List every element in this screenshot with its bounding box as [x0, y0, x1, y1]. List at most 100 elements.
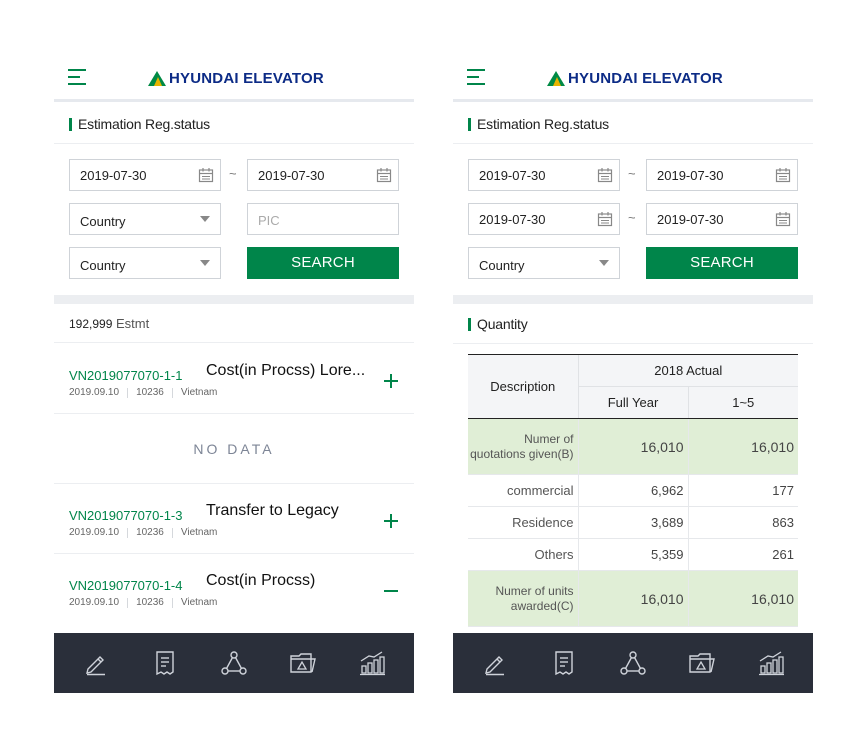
expand-plus-icon[interactable]	[384, 514, 398, 528]
calendar-icon[interactable]	[376, 167, 392, 183]
logo-triangle-icon	[547, 70, 565, 86]
quantity-table: Description 2018 Actual Full Year 1~5 Nu…	[468, 354, 798, 627]
nav-network[interactable]	[618, 648, 648, 678]
chevron-down-icon	[599, 260, 609, 266]
item-date: 2019.09.10	[69, 597, 120, 608]
col-group-2018: 2018 Actual	[577, 354, 798, 387]
range-tilde: ~	[628, 166, 636, 181]
date-from-value: 2019-07-30	[479, 168, 546, 183]
cell-full-year: 6,962	[577, 474, 688, 507]
list-item[interactable]: VN2019077070-1-3 Transfer to Legacy 2019…	[54, 484, 414, 554]
item-date: 2019.09.10	[69, 387, 120, 398]
section-title: Estimation Reg.status	[468, 116, 609, 132]
section-gap	[453, 295, 813, 304]
nav-stats[interactable]	[756, 648, 786, 678]
divider	[453, 143, 813, 144]
date-to-value: 2019-07-30	[258, 168, 325, 183]
nav-write[interactable]	[480, 648, 510, 678]
date-from-field[interactable]: 2019-07-30	[468, 159, 620, 191]
col-range: 1~5	[687, 386, 798, 419]
cell-full-year: 5,359	[577, 538, 688, 571]
nav-document[interactable]	[549, 648, 579, 678]
no-data-message: NO DATA	[193, 441, 275, 457]
cell-full-year: 3,689	[577, 506, 688, 539]
phone-screen-right: HYUNDAI ELEVATOR Estimation Reg.status 2…	[453, 54, 813, 693]
quantity-title-text: Quantity	[477, 316, 528, 332]
date-to-value: 2019-07-30	[657, 212, 724, 227]
calendar-icon[interactable]	[597, 167, 613, 183]
date-from-value: 2019-07-30	[80, 168, 147, 183]
bar-chart-icon	[359, 651, 385, 676]
country-select-value: Country	[479, 258, 525, 273]
search-button[interactable]: SEARCH	[247, 247, 399, 279]
section-title: Estimation Reg.status	[69, 116, 210, 132]
item-number: 10236	[136, 527, 164, 538]
bar-chart-icon	[758, 651, 784, 676]
row-description: Others	[468, 538, 578, 571]
cell-range: 863	[687, 506, 798, 539]
section-title-text: Estimation Reg.status	[78, 116, 210, 132]
brand-logo: HYUNDAI ELEVATOR	[547, 68, 723, 88]
pic-input[interactable]: PIC	[247, 203, 399, 235]
pic-placeholder: PIC	[258, 213, 280, 228]
cell-range: 261	[687, 538, 798, 571]
country-select-value: Country	[80, 258, 126, 273]
date-to-field[interactable]: 2019-07-30	[247, 159, 399, 191]
top-bar: HYUNDAI ELEVATOR	[453, 54, 813, 102]
item-number: 10236	[136, 387, 164, 398]
item-country: Vietnam	[180, 597, 218, 608]
nav-stats[interactable]	[357, 648, 387, 678]
date-from-field[interactable]: 2019-07-30	[69, 159, 221, 191]
country-select[interactable]: Country	[468, 247, 620, 279]
quantity-title: Quantity	[468, 316, 528, 332]
date-to-field-2[interactable]: 2019-07-30	[646, 203, 798, 235]
cell-range: 16,010	[687, 570, 798, 627]
item-code[interactable]: VN2019077070-1-1	[69, 368, 182, 383]
calendar-icon[interactable]	[775, 167, 791, 183]
section-gap	[54, 295, 414, 304]
item-number: 10236	[136, 597, 164, 608]
table-header-row: Description 2018 Actual	[468, 354, 798, 419]
nav-document[interactable]	[150, 648, 180, 678]
estimate-count: 192,999 Estmt	[69, 316, 149, 331]
item-code[interactable]: VN2019077070-1-4	[69, 578, 182, 593]
table-row: Residence 3,689 863	[468, 506, 798, 539]
item-meta: 2019.09.10 10236 Vietnam	[69, 527, 217, 538]
nav-folder[interactable]	[687, 648, 717, 678]
table-row: commercial 6,962 177	[468, 474, 798, 507]
list-item[interactable]: VN2019077070-1-4 Cost(in Procss) 2019.09…	[54, 554, 414, 624]
expand-plus-icon[interactable]	[384, 374, 398, 388]
receipt-icon	[156, 651, 174, 676]
calendar-icon[interactable]	[198, 167, 214, 183]
range-tilde: ~	[229, 166, 237, 181]
cell-full-year: 16,010	[577, 570, 688, 627]
section-marker	[468, 317, 471, 331]
date-from-field-2[interactable]: 2019-07-30	[468, 203, 620, 235]
count-number: 192,999	[69, 317, 113, 331]
date-to-field[interactable]: 2019-07-30	[646, 159, 798, 191]
section-marker	[69, 117, 72, 131]
pencil-icon	[485, 656, 505, 676]
list-item[interactable]: VN2019077070-1-1 Cost(in Procss) Lore...…	[54, 343, 414, 413]
bottom-nav	[54, 633, 414, 693]
country-select[interactable]: Country	[69, 203, 221, 235]
calendar-icon[interactable]	[597, 211, 613, 227]
nav-folder[interactable]	[288, 648, 318, 678]
menu-icon[interactable]	[68, 68, 88, 86]
item-title: Cost(in Procss)	[206, 572, 316, 589]
calendar-icon[interactable]	[775, 211, 791, 227]
table-row: Numer of quotations given(B) 16,010 16,0…	[468, 418, 798, 475]
nav-network[interactable]	[219, 648, 249, 678]
menu-icon[interactable]	[467, 68, 487, 86]
divider	[54, 143, 414, 144]
col-description: Description	[468, 354, 578, 419]
folder-chart-icon	[689, 653, 715, 673]
section-marker	[468, 117, 471, 131]
country-select-2[interactable]: Country	[69, 247, 221, 279]
nav-write[interactable]	[81, 648, 111, 678]
pencil-icon	[86, 656, 106, 676]
search-button[interactable]: SEARCH	[646, 247, 798, 279]
item-code[interactable]: VN2019077070-1-3	[69, 508, 182, 523]
collapse-minus-icon[interactable]	[384, 584, 398, 598]
divider	[453, 343, 813, 344]
